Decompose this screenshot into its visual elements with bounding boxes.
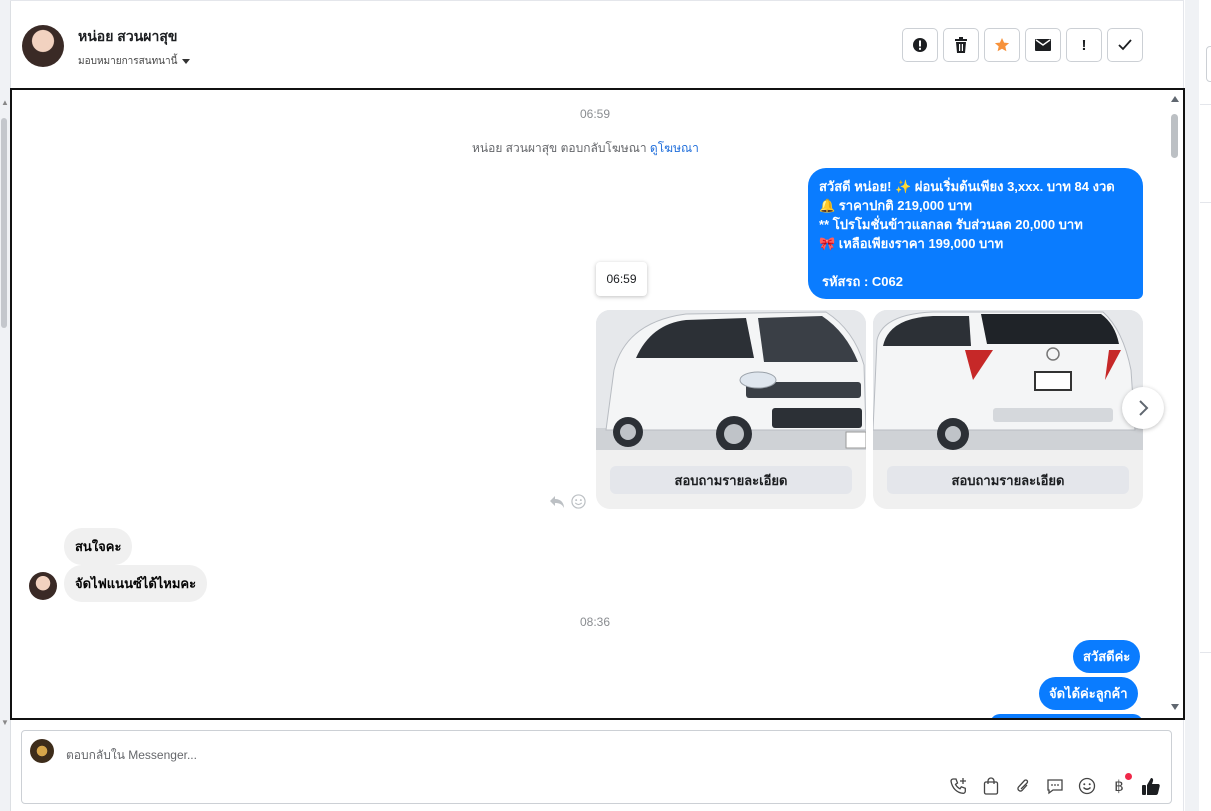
shopping-bag-icon[interactable] xyxy=(980,775,1002,797)
ad-message-line: 🎀 เหลือเพียงราคา 199,000 บาท xyxy=(819,236,1004,251)
ad-message-line: 🔔 ราคาปกติ 219,000 บาท xyxy=(819,198,972,213)
scroll-up-icon[interactable] xyxy=(1171,96,1179,102)
attachment-icon[interactable] xyxy=(1012,775,1034,797)
page-avatar xyxy=(30,739,54,763)
carousel-card[interactable]: สอบถามรายละเอียด xyxy=(596,310,866,509)
call-add-icon[interactable] xyxy=(948,775,970,797)
ad-reply-text: หน่อย สวนผาสุข ตอบกลับโฆษณา xyxy=(472,141,647,155)
contact-name[interactable]: หน่อย สวนผาสุข xyxy=(78,26,177,48)
mark-done-button[interactable] xyxy=(1107,28,1143,62)
contact-avatar[interactable] xyxy=(22,25,64,67)
emoji-icon[interactable] xyxy=(1076,775,1098,797)
car-photo-rear[interactable] xyxy=(873,310,1143,450)
right-side-panel xyxy=(1183,0,1211,811)
incoming-message[interactable]: จัดไฟแนนซ์ได้ไหมคะ xyxy=(64,565,208,602)
chevron-right-icon xyxy=(1139,400,1149,416)
caret-down-icon xyxy=(182,58,191,64)
inquire-details-button[interactable]: สอบถามรายละเอียด xyxy=(887,466,1129,494)
thread-scrollbar[interactable] xyxy=(1169,92,1181,712)
time-tooltip: 06:59 xyxy=(596,262,647,296)
timestamp: 06:59 xyxy=(580,107,611,121)
notification-dot xyxy=(1125,773,1132,780)
thumbs-up-icon[interactable] xyxy=(1140,775,1162,797)
conversation-header: หน่อย สวนผาสุข มอบหมายการสนทนานี้ ! xyxy=(10,0,1183,89)
ad-message-line xyxy=(819,253,1132,272)
mark-unread-button[interactable] xyxy=(1025,28,1061,62)
message-thread[interactable]: 06:59 หน่อย สวนผาสุข ตอบกลับโฆษณา ดูโฆษณ… xyxy=(10,88,1185,720)
scroll-up-arrow-icon[interactable]: ▲ xyxy=(1,98,9,107)
assign-label: มอบหมายการสนทนานี้ xyxy=(78,56,178,67)
payment-baht-icon[interactable]: ฿ xyxy=(1108,773,1132,797)
spam-button[interactable] xyxy=(902,28,938,62)
outgoing-message[interactable]: จัดได้ค่ะลูกค้า xyxy=(1039,677,1138,710)
timestamp: 08:36 xyxy=(580,615,611,629)
ad-message-line: ** โปรโมชั่นข้าวแลกลด รับส่วนลด 20,000 บ… xyxy=(819,217,1083,232)
star-button[interactable] xyxy=(984,28,1020,62)
outgoing-message-partial[interactable] xyxy=(990,714,1143,718)
exclamation-icon: ! xyxy=(1081,36,1087,54)
delete-button[interactable] xyxy=(943,28,979,62)
carousel-next-button[interactable] xyxy=(1122,387,1164,429)
assign-conversation-dropdown[interactable]: มอบหมายการสนทนานี้ xyxy=(78,54,191,69)
view-ad-link[interactable]: ดูโฆษณา xyxy=(650,141,699,155)
ad-message-line: สวัสดี หน่อย! ✨ ผ่อนเริ่มต้นเพียง 3,xxx.… xyxy=(819,179,1115,194)
ad-message-bubble[interactable]: สวัสดี หน่อย! ✨ ผ่อนเริ่มต้นเพียง 3,xxx.… xyxy=(808,168,1143,299)
reply-composer[interactable]: ตอบกลับใน Messenger... ฿ xyxy=(21,730,1172,804)
scroll-down-arrow-icon[interactable]: ▼ xyxy=(1,718,9,727)
check-icon xyxy=(1118,39,1132,51)
trash-icon xyxy=(955,37,967,53)
message-actions xyxy=(549,494,586,509)
alert-circle-icon xyxy=(913,38,927,52)
header-actions: ! xyxy=(902,28,1143,62)
saved-replies-icon[interactable] xyxy=(1044,775,1066,797)
incoming-message[interactable]: สนใจคะ xyxy=(64,528,133,565)
envelope-icon xyxy=(1035,39,1051,51)
follow-up-button[interactable]: ! xyxy=(1066,28,1102,62)
reply-input[interactable]: ตอบกลับใน Messenger... xyxy=(66,746,197,765)
outgoing-message[interactable]: สวัสดีค่ะ xyxy=(1073,640,1141,673)
thread-scroll-thumb[interactable] xyxy=(1171,114,1178,158)
carousel-card[interactable]: สอบถามรายละเอียด xyxy=(873,310,1143,509)
side-panel-box[interactable] xyxy=(1206,46,1211,82)
scroll-down-icon[interactable] xyxy=(1171,704,1179,710)
left-scroll-thumb[interactable] xyxy=(1,118,7,328)
contact-avatar-small xyxy=(29,572,57,600)
composer-toolbar: ฿ xyxy=(948,773,1162,797)
star-icon xyxy=(994,38,1010,52)
ad-reply-info: หน่อย สวนผาสุข ตอบกลับโฆษณา ดูโฆษณา xyxy=(472,139,699,158)
car-photo-front[interactable] xyxy=(596,310,866,450)
inquire-details-button[interactable]: สอบถามรายละเอียด xyxy=(610,466,852,494)
reply-icon[interactable] xyxy=(549,495,565,509)
react-smiley-icon[interactable] xyxy=(571,494,586,509)
ad-message-line: รหัสรถ : C062 xyxy=(822,274,903,289)
